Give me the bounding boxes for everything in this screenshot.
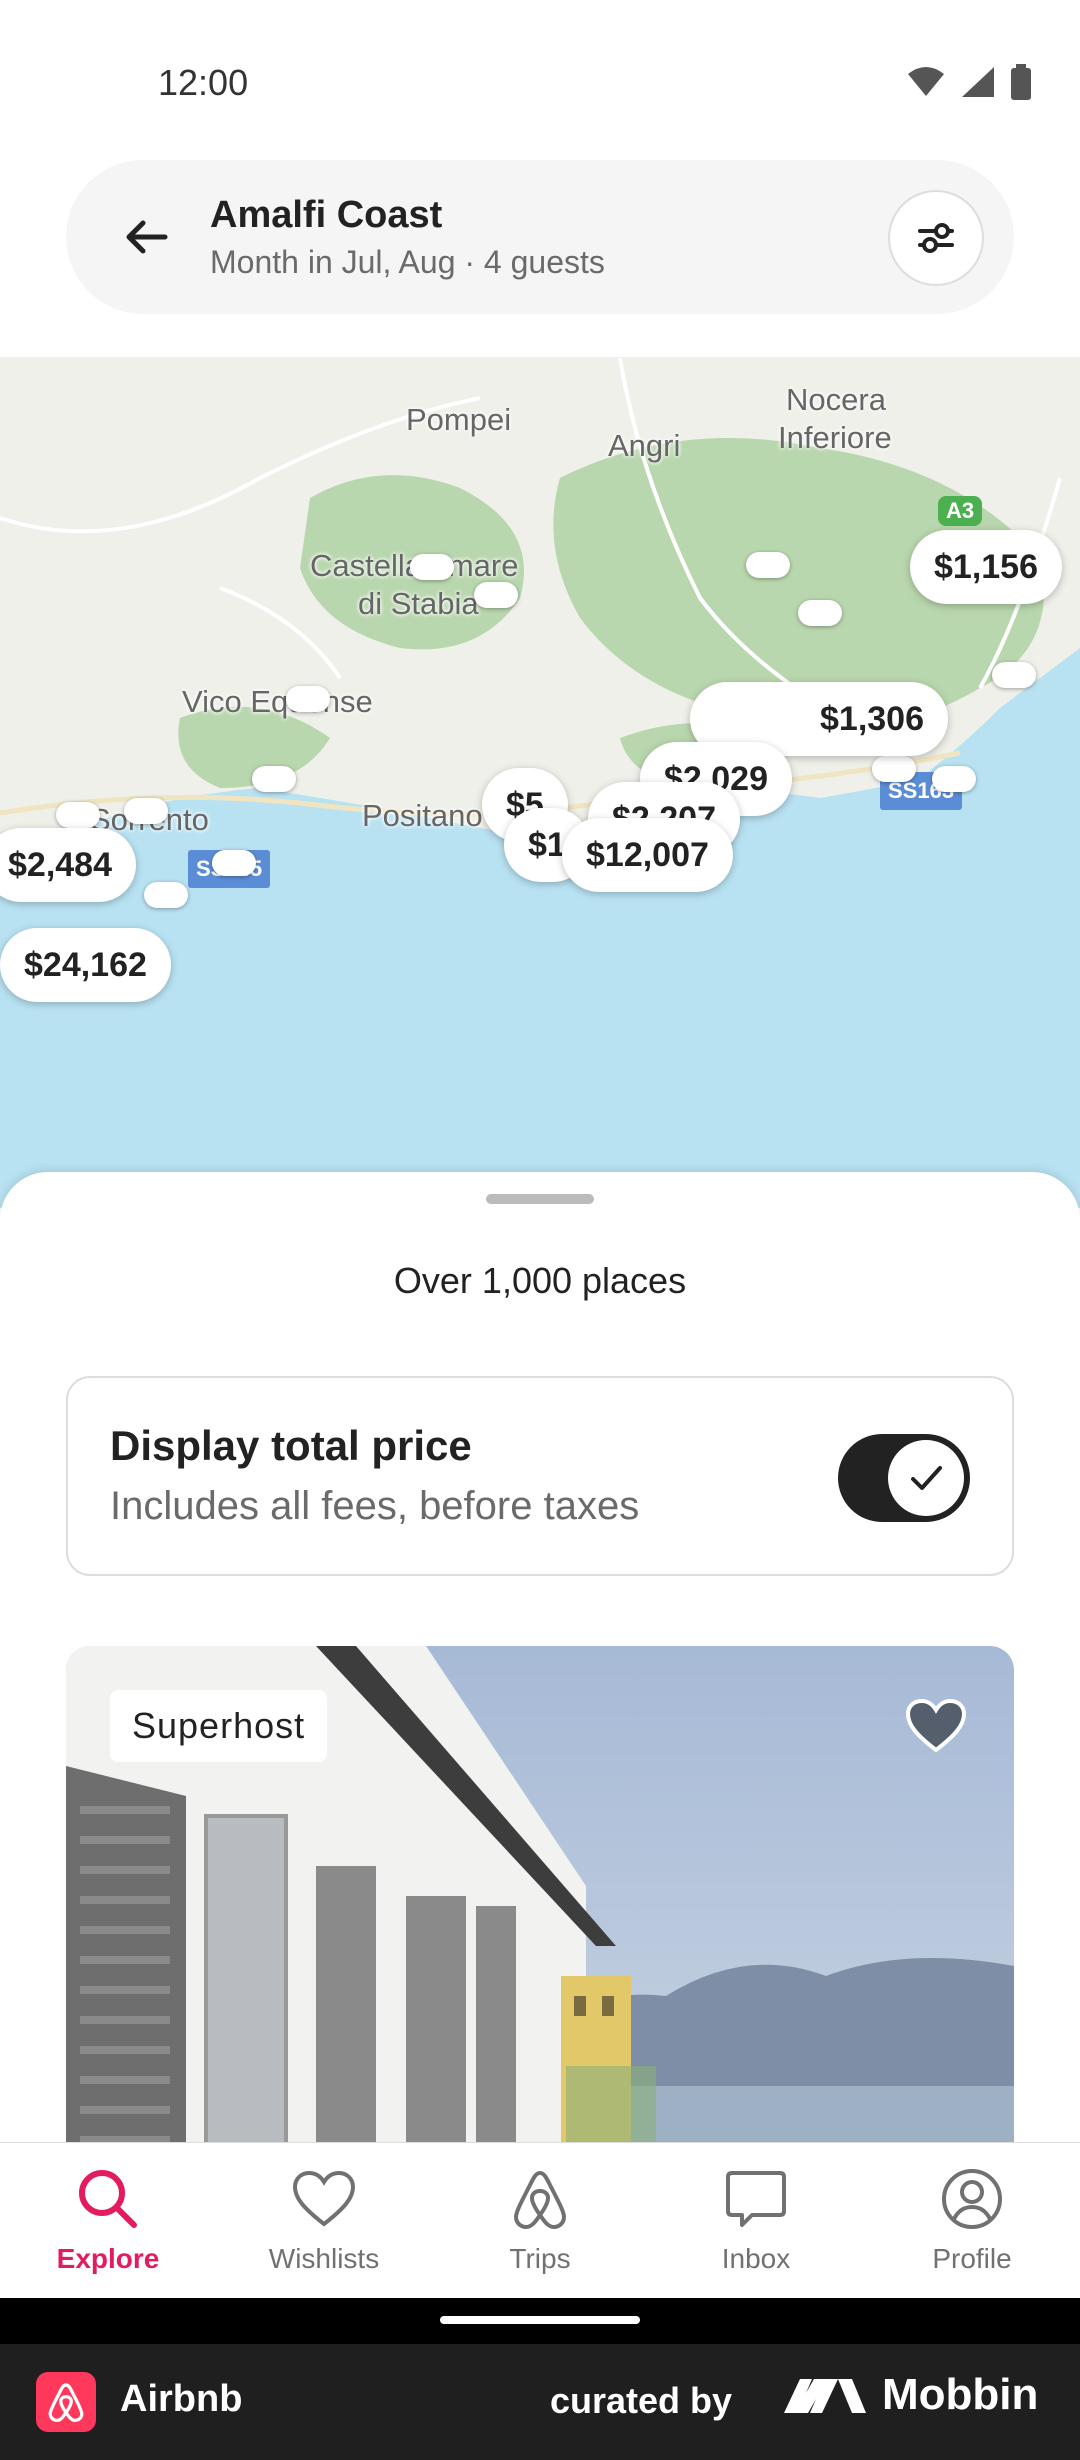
map-mini-pin[interactable] — [212, 850, 256, 876]
map-mini-pin[interactable] — [286, 686, 330, 712]
search-subtitle: Month in Jul, Aug · 4 guests — [210, 244, 605, 280]
total-price-subtitle: Includes all fees, before taxes — [110, 1484, 640, 1528]
tab-profile[interactable]: Profile — [864, 2143, 1080, 2298]
tab-label: Profile — [932, 2243, 1012, 2274]
map-mini-pin[interactable] — [410, 554, 454, 580]
map-label-vico-equense: Vico Equense — [182, 684, 373, 719]
check-icon — [911, 1466, 942, 1490]
map-label-pompei: Pompei — [406, 402, 512, 437]
filter-button[interactable] — [888, 190, 984, 286]
map-label-di-stabia: di Stabia — [358, 586, 479, 621]
map-label-angri: Angri — [608, 428, 681, 463]
system-nav-bar — [0, 2298, 1080, 2344]
heart-icon — [905, 1698, 967, 1753]
tab-label: Explore — [56, 2243, 160, 2274]
arrow-left-icon — [126, 220, 168, 254]
footer-app-name: Airbnb — [120, 2378, 243, 2420]
listing-card[interactable]: Superhost — [66, 1646, 1014, 2142]
airbnb-logo-icon — [508, 2167, 572, 2231]
road-badge-a3: A3 — [938, 496, 983, 526]
map-mini-pin[interactable] — [992, 662, 1036, 688]
status-icons — [906, 64, 1032, 100]
status-bar: 12:00 — [0, 0, 1080, 140]
search-header: Amalfi Coast Month in Jul, Aug · 4 guest… — [0, 140, 1080, 358]
results-sheet: Over 1,000 places Display total price In… — [0, 1172, 1080, 2142]
map-mini-pin[interactable] — [798, 600, 842, 626]
total-price-card: Display total price Includes all fees, b… — [66, 1376, 1014, 1576]
map-view[interactable]: Pompei Angri Nocera Inferiore Castellamm… — [0, 358, 1080, 1208]
footer-brand-name: Mobbin — [882, 2370, 1039, 2419]
footer-curated-by: curated by — [550, 2380, 733, 2421]
wishlist-button[interactable] — [900, 1690, 972, 1762]
tab-explore[interactable]: Explore — [0, 2143, 216, 2298]
map-mini-pin[interactable] — [252, 766, 296, 792]
status-time: 12:00 — [158, 62, 249, 103]
heart-icon — [292, 2167, 356, 2231]
sheet-drag-handle[interactable] — [486, 1194, 594, 1204]
map-price-pin[interactable]: $24,162 — [0, 928, 171, 1002]
sliders-icon — [918, 223, 954, 253]
map-mini-pin[interactable] — [124, 798, 168, 824]
search-pill[interactable]: Amalfi Coast Month in Jul, Aug · 4 guest… — [66, 160, 1014, 314]
airbnb-logo-icon — [36, 2372, 96, 2432]
map-price-pin[interactable]: $12,007 — [562, 818, 733, 892]
map-price-pin[interactable]: $2,484 — [0, 828, 136, 902]
battery-icon — [1011, 64, 1031, 100]
map-price-pin[interactable]: $1,156 — [910, 530, 1062, 604]
results-count: Over 1,000 places — [393, 1260, 687, 1301]
message-icon — [724, 2167, 788, 2231]
tab-trips[interactable]: Trips — [432, 2143, 648, 2298]
tab-label: Trips — [509, 2243, 571, 2274]
map-mini-pin[interactable] — [746, 552, 790, 578]
total-price-toggle[interactable] — [838, 1434, 970, 1522]
map-mini-pin[interactable] — [474, 582, 518, 608]
map-mini-pin[interactable] — [932, 766, 976, 792]
map-mini-pin[interactable] — [872, 756, 916, 782]
superhost-badge: Superhost — [110, 1690, 328, 1762]
tab-label: Wishlists — [268, 2243, 380, 2274]
mobbin-brand: Mobbin — [782, 2370, 1038, 2420]
user-circle-icon — [940, 2167, 1004, 2231]
tab-label: Inbox — [721, 2243, 791, 2274]
search-title: Amalfi Coast — [210, 194, 443, 236]
map-label-nocera: Nocera — [786, 382, 886, 417]
search-icon — [76, 2167, 140, 2231]
map-label-positano: Positano — [362, 798, 483, 833]
curated-footer: Airbnb curated by Mobbin — [0, 2344, 1080, 2460]
tab-wishlists[interactable]: Wishlists — [216, 2143, 432, 2298]
wifi-icon — [908, 67, 944, 96]
tab-inbox[interactable]: Inbox — [648, 2143, 864, 2298]
map-mini-pin[interactable] — [56, 802, 100, 828]
home-indicator[interactable] — [440, 2316, 640, 2324]
map-label-inferiore: Inferiore — [778, 420, 892, 455]
toggle-knob — [888, 1440, 964, 1516]
back-button[interactable] — [112, 202, 182, 272]
map-mini-pin[interactable] — [144, 882, 188, 908]
signal-icon — [962, 67, 994, 97]
bottom-tab-bar: Explore Wishlists Trips Inbox Profile — [0, 2142, 1080, 2298]
mobbin-logo-icon — [784, 2379, 866, 2413]
total-price-title: Display total price — [110, 1422, 472, 1469]
